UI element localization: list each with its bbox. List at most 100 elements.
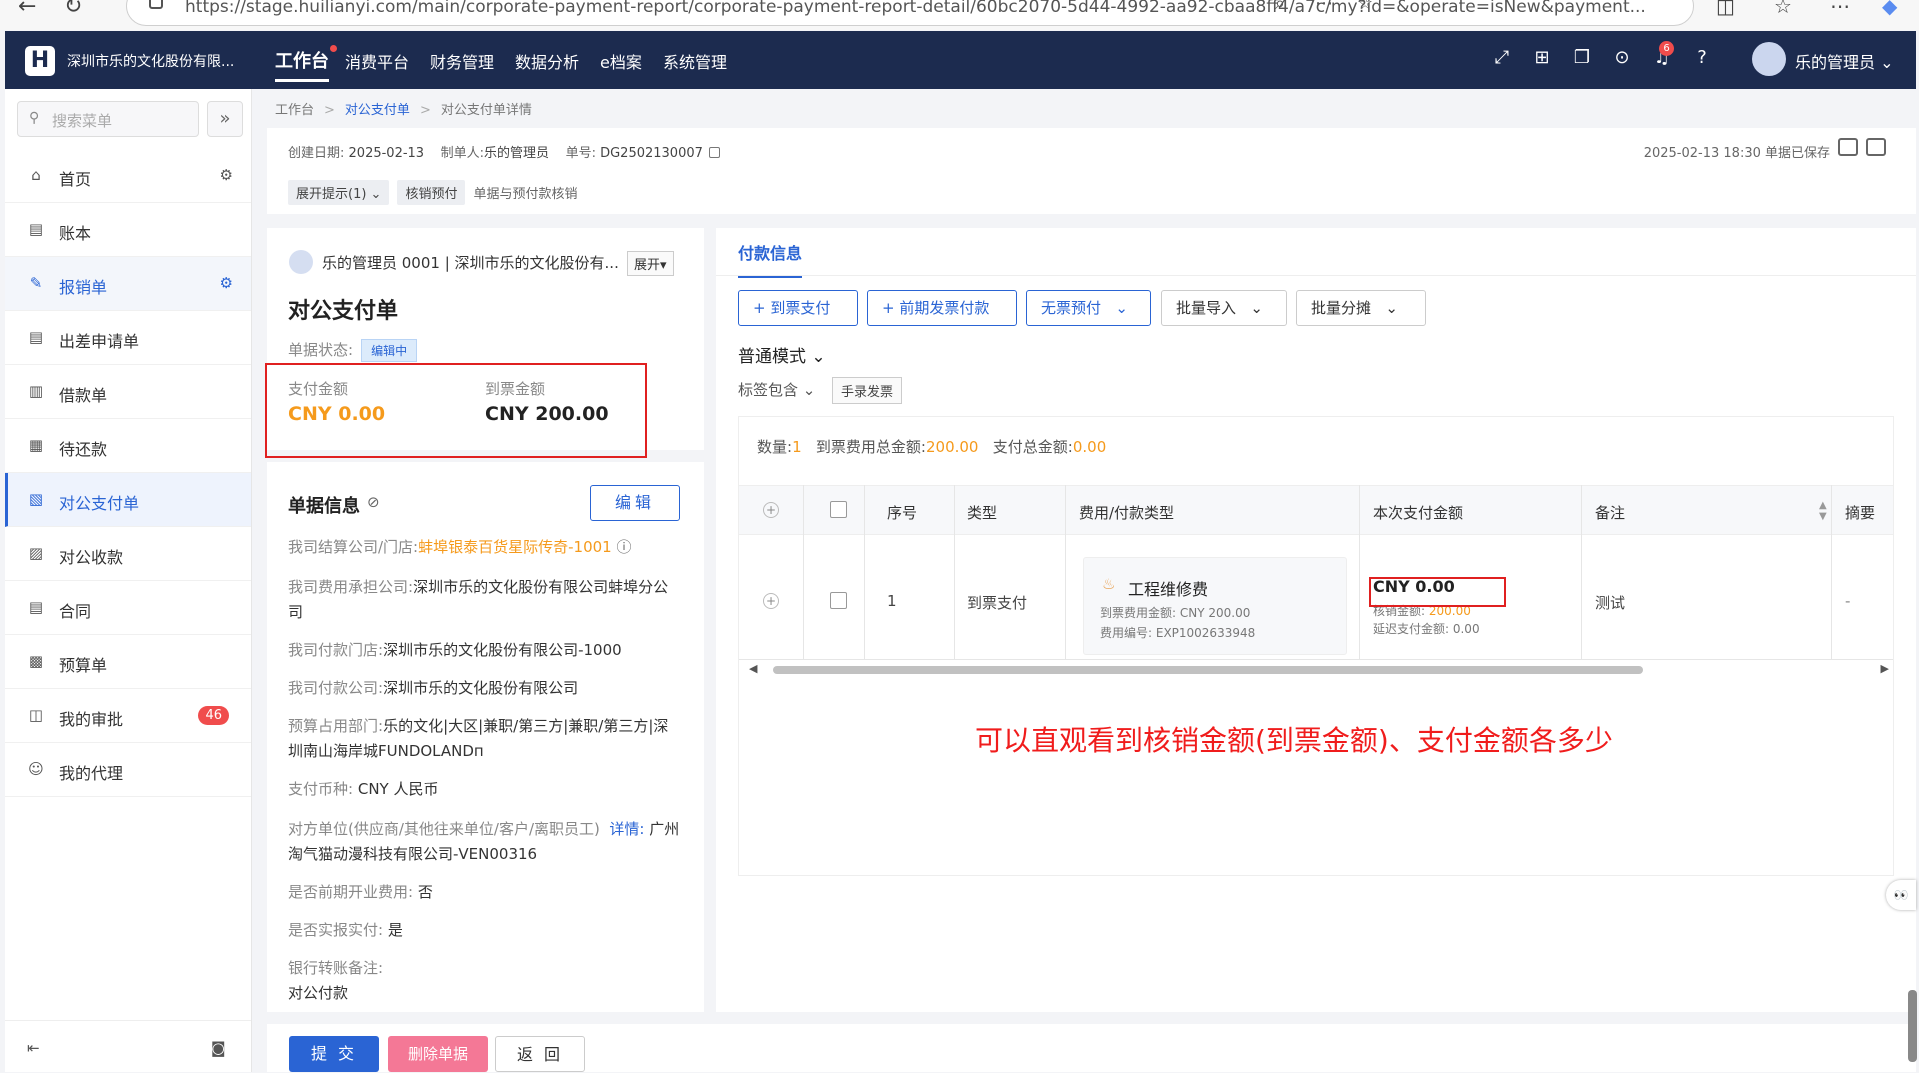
- nav-e-archive[interactable]: e档案: [600, 49, 642, 73]
- page-title: 对公支付单: [288, 299, 399, 324]
- camera-icon[interactable]: ◙: [211, 1039, 226, 1057]
- collapse-sidebar-button[interactable]: »: [207, 101, 243, 137]
- reload-icon[interactable]: ↻: [64, 0, 82, 19]
- sidebar-item-loan[interactable]: ▥ 借款单: [5, 365, 251, 419]
- favorite-star-icon[interactable]: ☆: [1357, 0, 1373, 14]
- batch-allocate-button[interactable]: 批量分摊 ⌄: [1296, 290, 1426, 326]
- repay-icon: ▦: [28, 436, 44, 454]
- sidebar-item-corporate-payment[interactable]: ▧ 对公支付单: [5, 473, 251, 527]
- sidebar-item-repay[interactable]: ▦ 待还款: [5, 419, 251, 473]
- gear-icon[interactable]: ⚙: [220, 166, 233, 184]
- sidebar-item-home[interactable]: ⌂ 首页 ⚙: [5, 149, 251, 203]
- expense-card[interactable]: ♨ 工程维修费 到票费用金额: CNY 200.00 费用编号: EXP1002…: [1083, 557, 1347, 655]
- nav-consumption[interactable]: 消费平台: [345, 49, 409, 73]
- row-seq: 1: [887, 592, 897, 610]
- sidebar-item-ledger[interactable]: ▤ 账本: [5, 203, 251, 257]
- mode-select[interactable]: 普通模式 ⌄: [738, 342, 826, 367]
- invoice-pay-button[interactable]: + 到票支付: [738, 290, 858, 326]
- settings-more-icon[interactable]: ⋯: [1830, 0, 1850, 18]
- windows-icon[interactable]: ❐: [1571, 47, 1593, 68]
- expand-button[interactable]: 展开▾: [627, 251, 674, 276]
- saved-status: 2025-02-13 18:30 单据已保存: [1643, 146, 1830, 161]
- zoom-icon[interactable]: ⌕: [1275, 0, 1285, 14]
- sidebar-item-contract[interactable]: ▤ 合同: [5, 581, 251, 635]
- loan-icon: ▥: [28, 382, 44, 400]
- submit-button[interactable]: 提 交: [289, 1036, 379, 1072]
- manual-invoice-button[interactable]: 手录发票: [832, 377, 903, 404]
- page-scrollbar[interactable]: [1908, 990, 1917, 1062]
- tab-payment-info[interactable]: 付款信息: [738, 240, 803, 278]
- table-summary: 数量:1 到票费用总金额:200.00 支付总金额:0.00: [757, 438, 1107, 456]
- payment-info-panel: 付款信息 + 到票支付 + 前期发票付款 无票预付 ⌄ 批量导入 ⌄ 批量分摊 …: [716, 228, 1916, 1012]
- sidebar-item-reimbursement[interactable]: ✎ 报销单 ⚙: [5, 257, 251, 311]
- fullscreen-icon[interactable]: ⤢: [1491, 47, 1513, 68]
- back-arrow-icon[interactable]: ←: [18, 0, 36, 19]
- user-menu[interactable]: 乐的管理员 ⌄: [1795, 49, 1894, 73]
- scroll-left-icon[interactable]: ◀: [749, 662, 757, 675]
- nav-workbench[interactable]: 工作台: [275, 45, 337, 82]
- tag-filter-select[interactable]: 标签包含 ⌄: [738, 379, 815, 400]
- meta-line: 创建日期: 2025-02-13 制单人:乐的管理员 单号: DG2502130…: [288, 142, 720, 161]
- copilot-icon[interactable]: ◆: [1882, 0, 1897, 18]
- company-name[interactable]: 深圳市乐的文化股份有限...: [67, 51, 234, 71]
- assistant-widget-icon[interactable]: 👀: [1886, 880, 1916, 910]
- sidebar-item-proxy[interactable]: ☺ 我的代理: [5, 743, 251, 797]
- location-icon[interactable]: ⊙: [1611, 47, 1633, 68]
- writeoff-highlight-box: [1369, 577, 1506, 607]
- document-info-card: 单据信息 ⊘ 编辑 我司结算公司/门店:蚌埠银泰百货星际传奇-1001 ⓘ 我司…: [267, 462, 704, 1012]
- layout-top-icon[interactable]: [1866, 138, 1886, 156]
- nav-analytics[interactable]: 数据分析: [515, 49, 579, 73]
- apps-grid-icon[interactable]: ⊞: [1531, 47, 1553, 68]
- url-text: https://stage.huilianyi.com/main/corpora…: [185, 0, 1646, 17]
- edit-button[interactable]: 编辑: [590, 485, 680, 521]
- collapse-left-icon[interactable]: ⇤: [27, 1039, 40, 1057]
- scroll-thumb[interactable]: [773, 666, 1643, 674]
- back-button[interactable]: 返 回: [495, 1036, 585, 1072]
- split-screen-icon[interactable]: ◫: [1716, 0, 1735, 18]
- search-input[interactable]: ⚲ 搜索菜单: [17, 101, 199, 137]
- more-dots-icon[interactable]: ⋯: [1315, 0, 1333, 14]
- prior-invoice-pay-button[interactable]: + 前期发票付款: [867, 290, 1017, 326]
- tip-text: 单据与预付款核销: [473, 187, 578, 202]
- sidebar-item-budget[interactable]: ▩ 预算单: [5, 635, 251, 689]
- address-bar[interactable]: https://stage.huilianyi.com/main/corpora…: [126, 0, 1694, 26]
- batch-import-button[interactable]: 批量导入 ⌄: [1161, 290, 1287, 326]
- delete-button[interactable]: 删除单据: [388, 1036, 488, 1072]
- expense-name: 工程维修费: [1128, 580, 1209, 599]
- row-checkbox[interactable]: [830, 592, 847, 609]
- nav-system[interactable]: 系统管理: [663, 49, 727, 73]
- writeoff-prepay-tag[interactable]: 核销预付: [397, 180, 466, 205]
- nav-finance[interactable]: 财务管理: [430, 49, 494, 73]
- sidebar-item-travel[interactable]: ▤ 出差申请单: [5, 311, 251, 365]
- breadcrumb-payment[interactable]: 对公支付单: [345, 103, 410, 118]
- scroll-right-icon[interactable]: ▶: [1881, 662, 1889, 675]
- expand-all-icon[interactable]: +: [763, 502, 779, 518]
- field-budget-dept: 预算占用部门:乐的文化|大区|兼职/第三方|兼职/第三方|深圳南山海岸城FUND…: [288, 717, 669, 760]
- details-link[interactable]: 详情:: [609, 820, 644, 838]
- no-invoice-prepay-button[interactable]: 无票预付 ⌄: [1026, 290, 1151, 326]
- select-all-checkbox[interactable]: [830, 501, 847, 518]
- bottom-action-bar: 提 交 删除单据 返 回: [267, 1024, 1916, 1072]
- expand-tips-tag[interactable]: 展开提示(1) ⌄: [288, 180, 390, 205]
- copy-icon[interactable]: [708, 147, 720, 158]
- info-icon[interactable]: ⓘ: [616, 538, 631, 556]
- row-type: 到票支付: [967, 594, 1028, 612]
- help-icon[interactable]: ?: [1691, 47, 1713, 68]
- avatar[interactable]: [1752, 42, 1786, 76]
- hide-eye-icon[interactable]: ⊘: [367, 493, 380, 511]
- gear-icon[interactable]: ⚙: [220, 274, 233, 292]
- contract-icon: ▤: [28, 598, 44, 616]
- sidebar-item-corporate-receipt[interactable]: ▨ 对公收款: [5, 527, 251, 581]
- table-hscrollbar[interactable]: ◀ ▶: [749, 662, 1889, 676]
- sidebar-item-approval[interactable]: ◫ 我的审批 46: [5, 689, 251, 743]
- home-icon: ⌂: [31, 166, 41, 184]
- layout-left-icon[interactable]: [1838, 138, 1858, 156]
- search-icon: ⚲: [29, 110, 40, 126]
- expand-row-icon[interactable]: +: [763, 593, 779, 609]
- sort-icon[interactable]: ▲ ▼: [1819, 500, 1827, 522]
- breadcrumb-workbench[interactable]: 工作台: [275, 103, 314, 118]
- page-info-icon[interactable]: [149, 0, 163, 9]
- payment-doc-icon: ▧: [28, 490, 44, 508]
- expense-number: 费用编号: EXP1002633948: [1100, 626, 1256, 640]
- favorites-icon[interactable]: ☆: [1774, 0, 1792, 18]
